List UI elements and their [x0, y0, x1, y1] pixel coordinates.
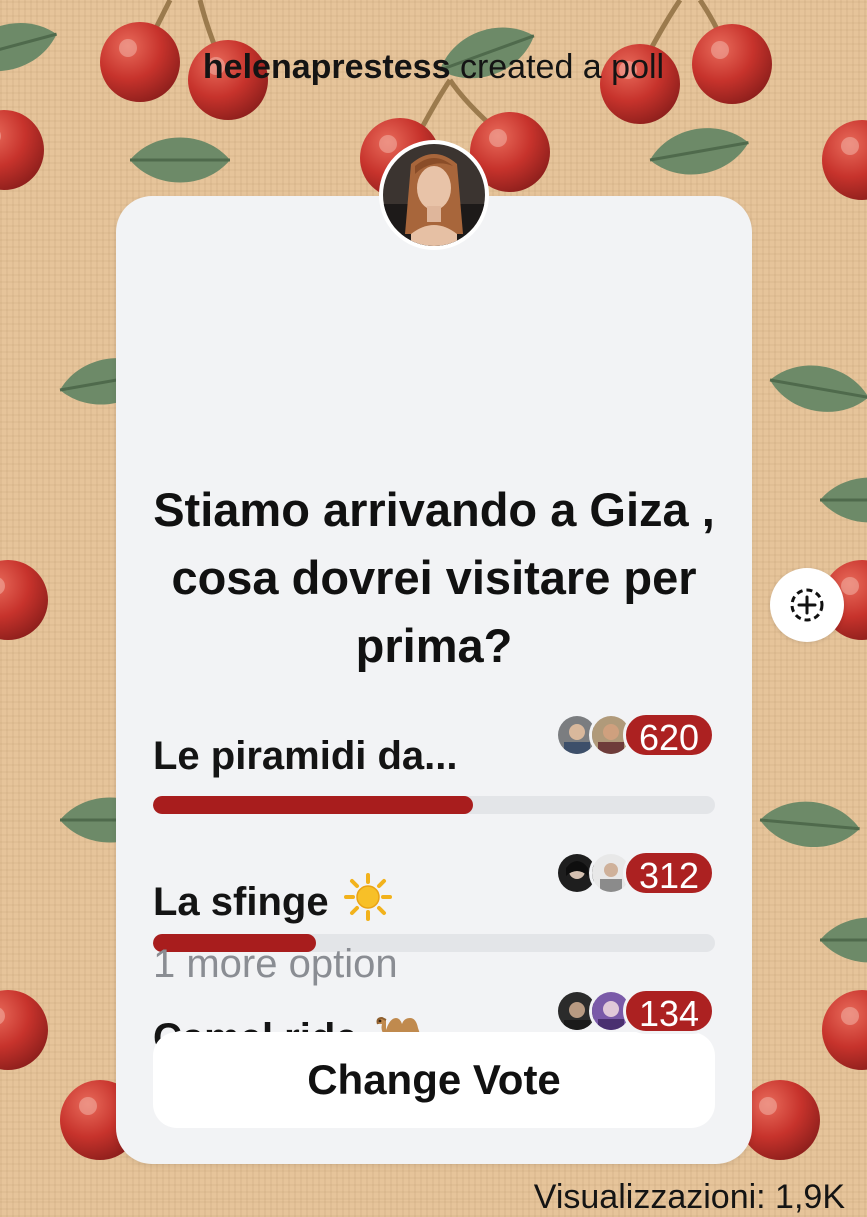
vote-count-badge: 134: [623, 988, 715, 1034]
poll-card: Stiamo arrivando a Giza , cosa dovrei vi…: [116, 196, 752, 1164]
vote-count-badge: 312: [623, 850, 715, 896]
sun-emoji-icon: [343, 872, 393, 932]
add-reaction-button[interactable]: [770, 568, 844, 642]
vote-bar-track: [153, 796, 715, 814]
voter-avatars[interactable]: 312: [555, 850, 715, 896]
views-count: Visualizzazioni: 1,9K: [533, 1178, 845, 1216]
creator-avatar-image: [383, 144, 485, 246]
option-label: La sfinge: [153, 879, 329, 924]
option-label: Le piramidi da...: [153, 734, 458, 778]
creator-action-text: created a poll: [459, 48, 665, 86]
change-vote-button[interactable]: Change Vote: [153, 1032, 715, 1128]
vote-count-badge: 620: [623, 712, 715, 758]
voter-avatars[interactable]: 134: [555, 988, 715, 1034]
option-label-row: Le piramidi da...: [153, 734, 458, 779]
poll-option[interactable]: Le piramidi da... 620: [153, 712, 715, 822]
option-label-row: La sfinge: [153, 872, 393, 932]
add-reaction-icon: [790, 588, 824, 622]
voter-avatars[interactable]: 620: [555, 712, 715, 758]
creator-username[interactable]: helenaprestess: [203, 48, 451, 86]
creator-avatar[interactable]: [379, 140, 489, 250]
more-options-link[interactable]: 1 more option: [153, 942, 398, 987]
vote-bar-fill: [153, 796, 474, 814]
poll-question: Stiamo arrivando a Giza , cosa dovrei vi…: [153, 483, 715, 672]
poll-creator-header: helenaprestess created a poll: [0, 48, 867, 87]
